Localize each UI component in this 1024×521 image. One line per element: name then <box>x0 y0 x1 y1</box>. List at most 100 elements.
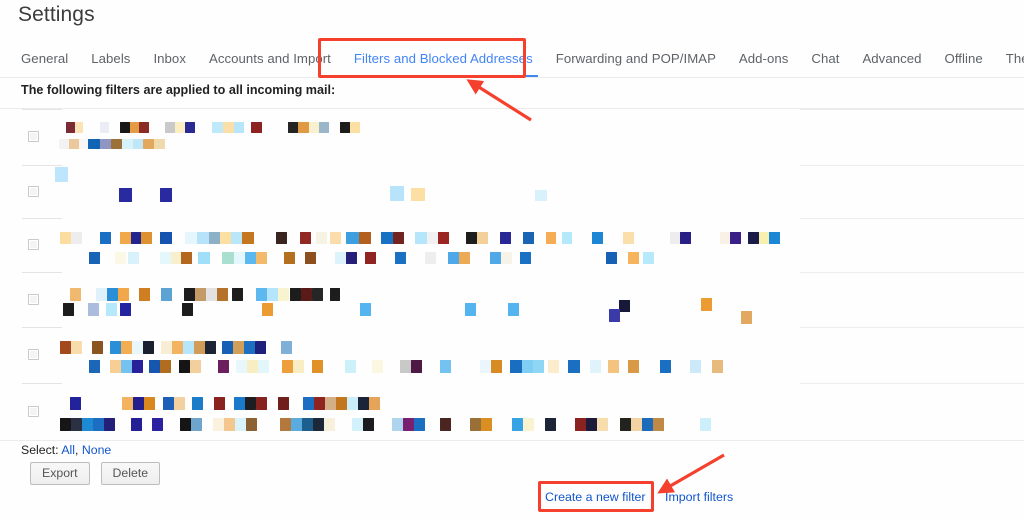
redaction-block <box>141 232 152 244</box>
tab-offline[interactable]: Offline <box>945 40 983 78</box>
redaction-block <box>222 341 233 354</box>
redaction-block <box>312 288 323 301</box>
redaction-block <box>251 122 262 133</box>
redaction-block <box>172 341 183 354</box>
table-row[interactable] <box>0 272 1024 327</box>
redaction-block <box>425 252 436 264</box>
tab-forwarding-and-pop-imap[interactable]: Forwarding and POP/IMAP <box>556 40 716 78</box>
redaction-block <box>88 139 100 149</box>
filters-list <box>0 109 1024 440</box>
table-row[interactable] <box>0 383 1024 440</box>
redaction-block <box>100 122 109 133</box>
tab-accounts-and-import[interactable]: Accounts and Import <box>209 40 331 78</box>
redaction-block <box>300 232 311 244</box>
redaction-block <box>490 252 501 264</box>
redaction-block <box>223 122 234 133</box>
redaction-block <box>107 288 118 301</box>
redaction-block <box>281 341 292 354</box>
redaction-block <box>628 360 639 373</box>
tab-inbox[interactable]: Inbox <box>153 40 186 78</box>
redaction-block <box>60 232 71 244</box>
redaction-block <box>590 360 601 373</box>
table-row[interactable] <box>0 109 1024 165</box>
redacted-filter-content <box>0 109 1024 165</box>
redaction-block <box>70 288 81 301</box>
redaction-block <box>194 341 205 354</box>
redaction-block <box>395 252 406 264</box>
tab-advanced[interactable]: Advanced <box>862 40 921 78</box>
redaction-block <box>89 252 100 264</box>
delete-button[interactable]: Delete <box>100 462 161 485</box>
export-button[interactable]: Export <box>30 462 90 485</box>
redaction-block <box>512 418 523 431</box>
redaction-block <box>330 232 341 244</box>
table-row[interactable] <box>0 327 1024 383</box>
redaction-block <box>748 232 759 244</box>
select-all-link[interactable]: All <box>61 443 75 457</box>
redaction-block <box>643 252 654 264</box>
redaction-block <box>330 288 340 301</box>
redaction-block <box>340 122 350 133</box>
redaction-block <box>120 303 131 316</box>
redaction-block <box>206 288 217 301</box>
tab-general[interactable]: General <box>21 40 68 78</box>
redaction-block <box>121 341 132 354</box>
redaction-block <box>262 303 273 316</box>
redaction-block <box>619 300 630 312</box>
redaction-block <box>480 360 491 373</box>
create-new-filter-link[interactable]: Create a new filter <box>545 490 646 504</box>
tab-chat[interactable]: Chat <box>811 40 839 78</box>
redaction-block <box>548 360 559 373</box>
redaction-block <box>245 252 256 264</box>
redaction-block <box>606 252 617 264</box>
redaction-block <box>220 232 231 244</box>
redaction-block <box>198 252 210 264</box>
redaction-block <box>133 139 143 149</box>
redaction-block <box>316 232 327 244</box>
redaction-block <box>258 360 269 373</box>
redaction-block <box>363 418 374 431</box>
redaction-block <box>477 232 488 244</box>
redaction-block <box>466 232 477 244</box>
tab-themes[interactable]: Themes <box>1006 40 1024 78</box>
redaction-block <box>122 139 133 149</box>
redaction-block <box>110 341 121 354</box>
redaction-block <box>92 341 103 354</box>
redaction-block <box>144 397 155 410</box>
redaction-block <box>491 360 502 373</box>
redaction-block <box>224 418 235 431</box>
redaction-block <box>149 360 160 373</box>
redaction-block <box>256 288 267 301</box>
redaction-block <box>130 122 139 133</box>
redaction-block <box>586 418 597 431</box>
redaction-block <box>301 288 312 301</box>
redaction-block <box>160 188 172 202</box>
redaction-block <box>608 360 619 373</box>
redaction-block <box>459 252 470 264</box>
redaction-block <box>256 397 267 410</box>
redaction-block <box>400 360 411 373</box>
tab-add-ons[interactable]: Add-ons <box>739 40 788 78</box>
redaction-block <box>381 232 393 244</box>
redaction-block <box>392 418 403 431</box>
table-row[interactable] <box>0 218 1024 272</box>
redaction-block <box>255 341 266 354</box>
redaction-block <box>660 360 671 373</box>
redaction-block <box>313 418 324 431</box>
redaction-block <box>133 397 144 410</box>
tab-filters-and-blocked-addresses[interactable]: Filters and Blocked Addresses <box>348 40 538 78</box>
redaction-block <box>234 122 244 133</box>
redaction-block <box>160 232 172 244</box>
redaction-block <box>195 288 206 301</box>
table-row[interactable] <box>0 165 1024 218</box>
import-filters-link[interactable]: Import filters <box>665 490 733 504</box>
select-none-link[interactable]: None <box>82 443 111 457</box>
tab-labels[interactable]: Labels <box>91 40 130 78</box>
redaction-block <box>180 418 191 431</box>
redaction-block <box>314 397 325 410</box>
redaction-block <box>69 139 79 149</box>
select-line: Select: All, None <box>21 443 111 457</box>
redaction-block <box>231 232 242 244</box>
redaction-block <box>284 252 295 264</box>
redaction-block <box>278 288 289 301</box>
